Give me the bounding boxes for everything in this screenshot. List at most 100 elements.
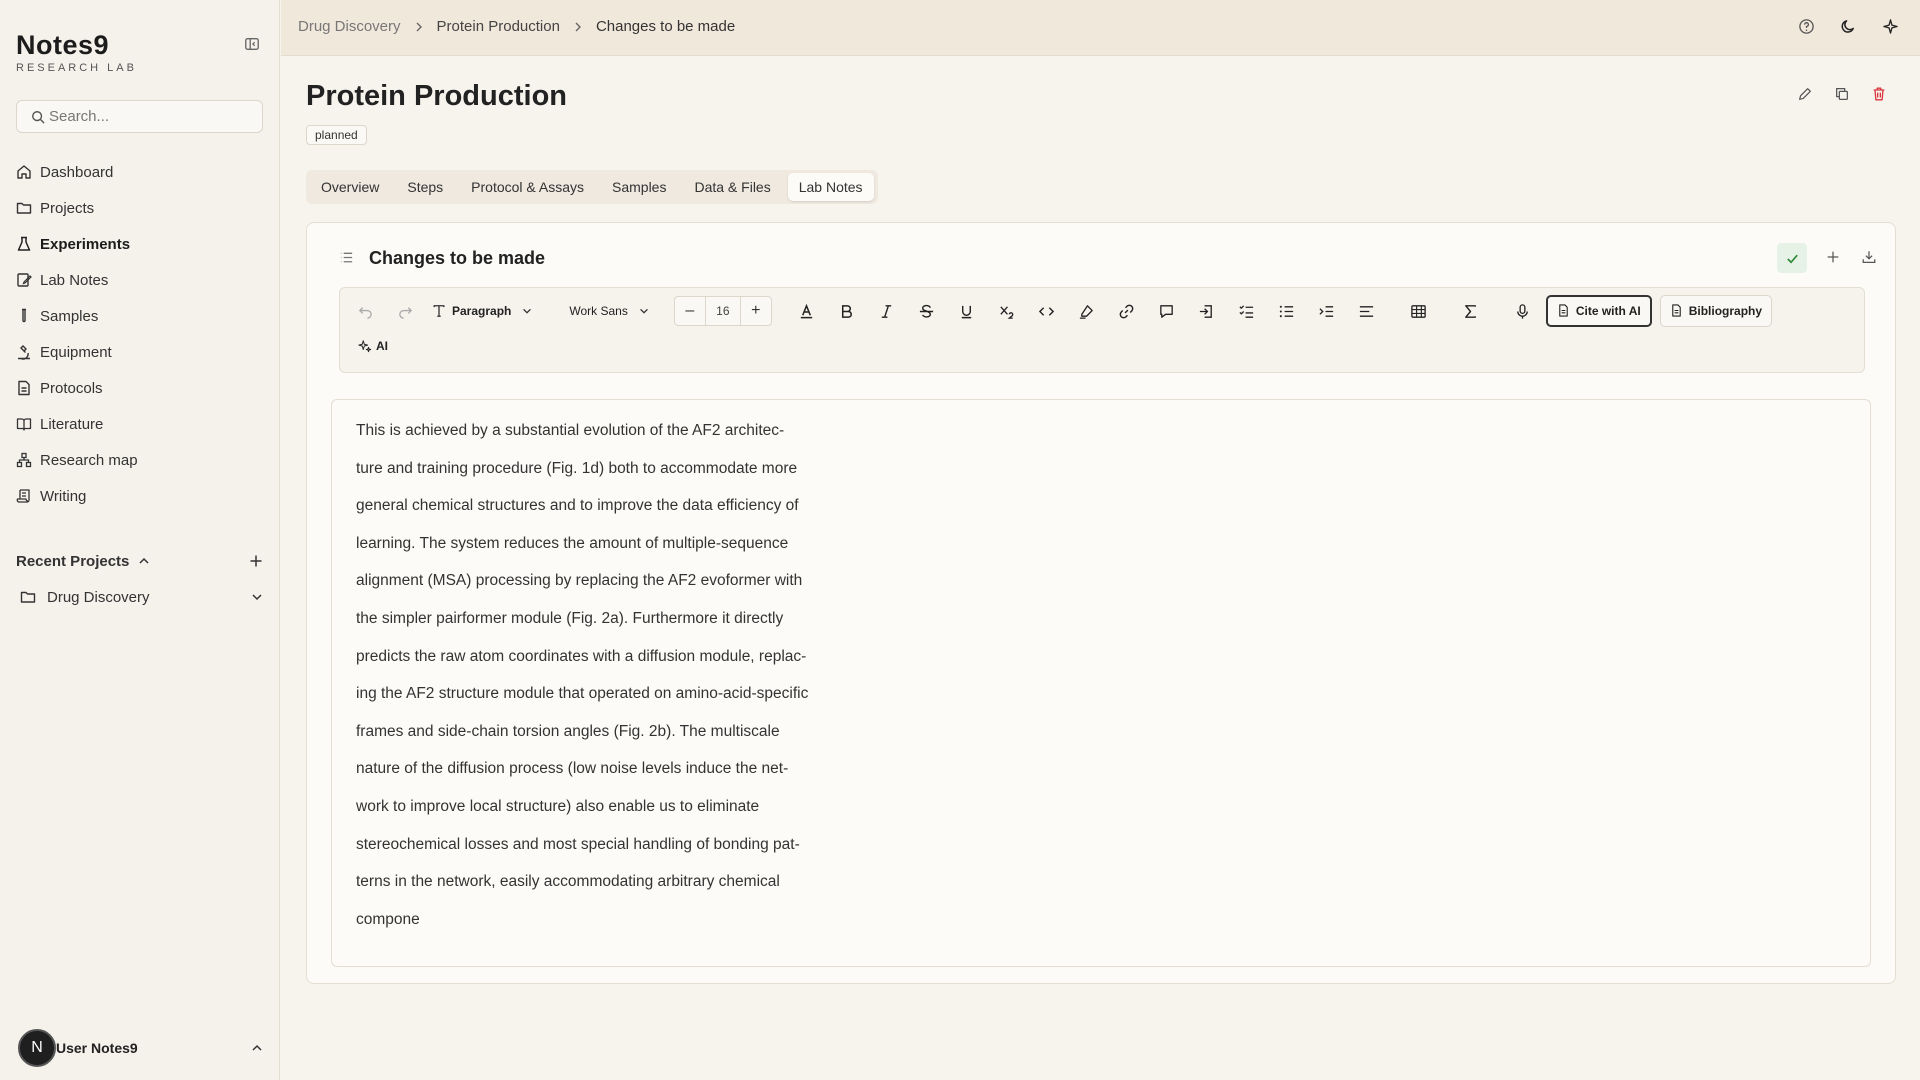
list-icon[interactable]: [339, 250, 355, 266]
block-type-select[interactable]: Paragraph: [432, 298, 533, 324]
document-icon: [1557, 304, 1571, 318]
font-size-decrease-button[interactable]: –: [675, 297, 705, 325]
ai-button[interactable]: AI: [358, 336, 388, 356]
comment-icon[interactable]: [1154, 298, 1180, 324]
sidebar-item-projects[interactable]: Projects: [16, 190, 264, 226]
plus-icon[interactable]: [1825, 249, 1843, 267]
tab-steps[interactable]: Steps: [396, 173, 454, 201]
chevron-up-icon[interactable]: [250, 1041, 264, 1055]
note-title: Changes to be made: [369, 247, 546, 268]
indent-icon[interactable]: [1314, 298, 1340, 324]
edit-icon[interactable]: [1797, 86, 1815, 104]
tab-bar: Overview Steps Protocol & Assays Samples…: [306, 170, 878, 204]
sidebar-item-experiments[interactable]: Experiments: [16, 226, 264, 262]
microscope-icon: [16, 344, 32, 360]
add-project-icon[interactable]: [248, 553, 264, 569]
undo-icon[interactable]: [352, 298, 378, 324]
sidebar-item-dashboard[interactable]: Dashboard: [16, 154, 264, 190]
top-bar: Drug Discovery Protein Production Change…: [281, 0, 1920, 56]
scroll-icon: [16, 488, 32, 504]
breadcrumb-item[interactable]: Protein Production: [437, 18, 560, 35]
note-editor[interactable]: This is achieved by a substantial evolut…: [331, 399, 1871, 967]
user-menu[interactable]: N User Notes9: [18, 1024, 264, 1072]
redo-icon[interactable]: [392, 298, 418, 324]
tab-overview[interactable]: Overview: [310, 173, 390, 201]
font-family-label: Work Sans: [569, 304, 628, 318]
chevron-up-icon[interactable]: [137, 554, 151, 568]
insert-icon[interactable]: [1194, 298, 1220, 324]
chevron-down-icon: [521, 305, 533, 317]
folder-icon: [20, 589, 36, 605]
recent-project-item[interactable]: Drug Discovery: [20, 584, 264, 610]
strikethrough-icon[interactable]: [914, 298, 940, 324]
sidebar-collapse-icon[interactable]: [244, 36, 262, 54]
document-icon: [16, 380, 32, 396]
font-size-increase-button[interactable]: +: [741, 297, 771, 325]
sidebar-item-research-map[interactable]: Research map: [16, 442, 264, 478]
recent-projects-header[interactable]: Recent Projects: [16, 549, 264, 573]
duplicate-icon[interactable]: [1834, 86, 1852, 104]
cite-with-ai-button[interactable]: Cite with AI: [1545, 295, 1652, 327]
sidebar-item-lab-notes[interactable]: Lab Notes: [16, 262, 264, 298]
flask-icon: [16, 236, 32, 252]
chevron-right-icon: [412, 20, 426, 34]
subscript-icon[interactable]: [994, 298, 1020, 324]
status-badge: planned: [306, 125, 367, 145]
sidebar-item-writing[interactable]: Writing: [16, 478, 264, 514]
bullet-list-icon[interactable]: [1274, 298, 1300, 324]
sigma-icon[interactable]: [1458, 298, 1484, 324]
microphone-icon[interactable]: [1510, 298, 1536, 324]
sidebar-item-label: Lab Notes: [40, 271, 109, 289]
breadcrumb: Drug Discovery Protein Production Change…: [298, 18, 735, 35]
search-box[interactable]: [16, 100, 263, 133]
code-icon[interactable]: [1034, 298, 1060, 324]
trash-icon[interactable]: [1871, 86, 1889, 104]
logo[interactable]: Notes9 RESEARCH LAB: [16, 30, 137, 74]
help-icon[interactable]: [1798, 18, 1816, 36]
sidebar-item-label: Projects: [40, 199, 95, 217]
checklist-icon[interactable]: [1234, 298, 1260, 324]
note-body[interactable]: This is achieved by a substantial evolut…: [356, 412, 916, 938]
search-input[interactable]: [49, 108, 249, 125]
moon-icon[interactable]: [1840, 18, 1858, 36]
download-icon[interactable]: [1861, 249, 1879, 267]
underline-icon[interactable]: [954, 298, 980, 324]
highlighter-icon[interactable]: [1074, 298, 1100, 324]
home-icon: [16, 164, 32, 180]
breadcrumb-current: Changes to be made: [595, 18, 736, 35]
bibliography-button[interactable]: Bibliography: [1659, 295, 1773, 327]
sparkles-icon[interactable]: [1882, 18, 1900, 36]
cite-with-ai-label: Cite with AI: [1575, 304, 1641, 318]
tab-lab-notes[interactable]: Lab Notes: [787, 173, 874, 201]
toolbar-row: Paragraph Work Sans – 16 + Cite with AI …: [352, 295, 1780, 327]
sidebar-item-label: Writing: [40, 487, 87, 505]
user-name: User Notes9: [56, 1040, 138, 1056]
block-type-label: Paragraph: [452, 304, 512, 318]
text-color-icon[interactable]: [794, 298, 820, 324]
save-button[interactable]: [1777, 243, 1807, 273]
table-icon[interactable]: [1406, 298, 1432, 324]
sidebar-item-literature[interactable]: Literature: [16, 406, 264, 442]
link-icon[interactable]: [1114, 298, 1140, 324]
align-left-icon[interactable]: [1354, 298, 1380, 324]
italic-icon[interactable]: [874, 298, 900, 324]
sidebar-item-samples[interactable]: Samples: [16, 298, 264, 334]
check-icon: [1785, 251, 1800, 266]
editor-toolbar: Paragraph Work Sans – 16 + Cite with AI …: [339, 287, 1865, 373]
sidebar-item-label: Research map: [40, 451, 138, 469]
sidebar-nav: Dashboard Projects Experiments Lab Notes…: [16, 154, 264, 514]
sidebar-item-protocols[interactable]: Protocols: [16, 370, 264, 406]
chevron-down-icon[interactable]: [250, 590, 264, 604]
font-size-value[interactable]: 16: [704, 297, 741, 325]
tab-data-files[interactable]: Data & Files: [683, 173, 781, 201]
chevron-right-icon: [571, 20, 585, 34]
search-icon: [31, 110, 45, 124]
tab-samples[interactable]: Samples: [601, 173, 677, 201]
breadcrumb-item[interactable]: Drug Discovery: [298, 18, 401, 35]
font-family-select[interactable]: Work Sans: [569, 298, 649, 324]
bold-icon[interactable]: [834, 298, 860, 324]
tab-protocol-assays[interactable]: Protocol & Assays: [460, 173, 595, 201]
sidebar-item-equipment[interactable]: Equipment: [16, 334, 264, 370]
sidebar-item-label: Literature: [40, 415, 104, 433]
test-tube-icon: [16, 308, 32, 324]
